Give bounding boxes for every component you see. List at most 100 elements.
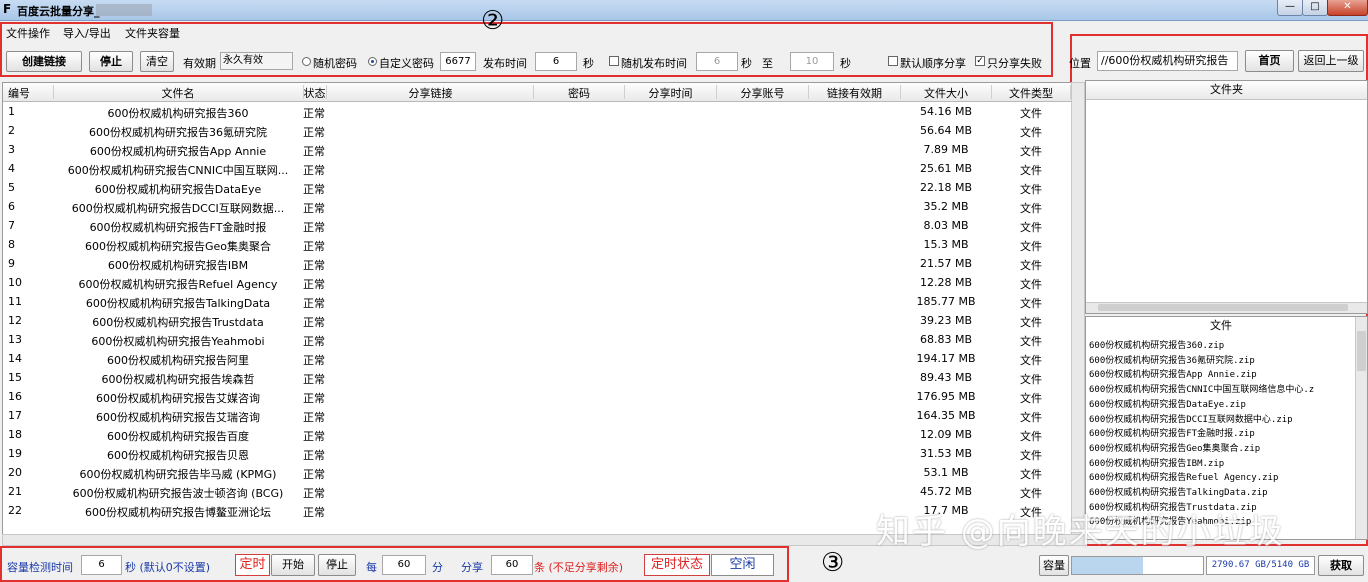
only-failed-label: 只分享失败 [987,57,1042,70]
col-filename[interactable]: 文件名 [53,85,304,100]
folder-list-scrollbar[interactable] [1086,302,1367,313]
table-row[interactable]: 11 600份权威机构研究报告TalkingData 正常 185.77 MB 文件 [3,292,1071,311]
create-link-button[interactable]: 创建链接 [6,51,82,72]
cell-index: 19 [8,447,22,460]
cell-file-type: 文件 [1020,278,1042,291]
blurred-title-suffix [96,4,152,16]
file-list-scrollbar[interactable] [1355,317,1367,539]
table-row[interactable]: 14 600份权威机构研究报告阿里 正常 194.17 MB 文件 [3,349,1071,368]
table-row[interactable]: 20 600份权威机构研究报告毕马威 (KPMG) 正常 53.1 MB 文件 [3,463,1071,482]
cell-filename: 600份权威机构研究报告艾媒咨询 [96,392,260,405]
random-password-radio[interactable] [302,57,311,66]
cell-file-type: 文件 [1020,468,1042,481]
cell-file-size: 31.53 MB [919,447,973,460]
table-row[interactable]: 8 600份权威机构研究报告Geo集奥聚合 正常 15.3 MB 文件 [3,235,1071,254]
file-list-item[interactable]: 600份权威机构研究报告36氪研究院.zip [1089,353,1255,366]
table-row[interactable]: 4 600份权威机构研究报告CNNIC中国互联网... 正常 25.61 MB 文件 [3,159,1071,178]
publish-time-input[interactable]: 6 [535,52,577,71]
cell-file-size: 7.89 MB [923,143,969,156]
cell-filename: 600份权威机构研究报告Trustdata [92,316,264,329]
col-share-link[interactable]: 分享链接 [328,85,534,100]
cell-file-type: 文件 [1020,487,1042,500]
custom-password-radio[interactable] [368,57,377,66]
share-count-input[interactable]: 60 [491,555,533,575]
home-button[interactable]: 首页 [1245,50,1294,72]
cell-status: 正常 [303,107,325,120]
col-file-type[interactable]: 文件类型 [992,85,1071,100]
cell-filename: 600份权威机构研究报告贝恩 [107,449,249,462]
menu-import-export[interactable]: 导入/导出 [63,25,111,41]
col-file-size[interactable]: 文件大小 [901,85,992,100]
stop-button[interactable]: 停止 [89,51,133,72]
go-up-button[interactable]: 返回上一级 [1298,50,1364,72]
col-status[interactable]: 状态 [303,85,327,100]
fetch-button[interactable]: 获取 [1318,555,1364,576]
table-row[interactable]: 9 600份权威机构研究报告IBM 正常 21.57 MB 文件 [3,254,1071,273]
only-failed-checkbox[interactable]: ✓ [975,56,985,66]
random-to-input[interactable]: 10 [790,52,834,71]
validity-select[interactable]: 永久有效 [220,52,293,70]
table-row[interactable]: 12 600份权威机构研究报告Trustdata 正常 39.23 MB 文件 [3,311,1071,330]
file-list-item[interactable]: 600份权威机构研究报告CNNIC中国互联网络信息中心.z [1089,382,1314,395]
file-list-item[interactable]: 600份权威机构研究报告360.zip [1089,338,1224,351]
folder-scroll-thumb[interactable] [1098,304,1348,311]
random-publish-checkbox[interactable] [609,56,619,66]
every-label: 每 [366,561,377,574]
file-scroll-thumb[interactable] [1357,331,1366,371]
file-list-item[interactable]: 600份权威机构研究报告Geo集奥聚合.zip [1089,441,1260,454]
custom-password-input[interactable]: 6677 [440,52,476,71]
title-bar: F 百度云批量分享_ — □ ✕ [0,0,1368,21]
capacity-check-input[interactable]: 6 [81,555,122,575]
table-row[interactable]: 16 600份权威机构研究报告艾媒咨询 正常 176.95 MB 文件 [3,387,1071,406]
timer-button[interactable]: 定时 [235,554,270,576]
file-list-item[interactable]: 600份权威机构研究报告DataEye.zip [1089,397,1246,410]
menu-file-ops[interactable]: 文件操作 [6,25,50,41]
random-from-input[interactable]: 6 [696,52,738,71]
cell-file-type: 文件 [1020,107,1042,120]
table-row[interactable]: 2 600份权威机构研究报告36氪研究院 正常 56.64 MB 文件 [3,121,1071,140]
minimize-button[interactable]: — [1277,0,1303,16]
random-to-sec-label: 秒 [840,57,851,70]
cell-filename: 600份权威机构研究报告艾瑞咨询 [96,411,260,424]
table-row[interactable]: 5 600份权威机构研究报告DataEye 正常 22.18 MB 文件 [3,178,1071,197]
default-order-checkbox[interactable] [888,56,898,66]
table-row[interactable]: 18 600份权威机构研究报告百度 正常 12.09 MB 文件 [3,425,1071,444]
capacity-button[interactable]: 容量 [1039,555,1069,576]
table-row[interactable]: 6 600份权威机构研究报告DCCI互联网数据... 正常 35.2 MB 文件 [3,197,1071,216]
col-share-time[interactable]: 分享时间 [625,85,717,100]
cell-filename: 600份权威机构研究报告FT金融时报 [89,221,267,234]
timer-start-button[interactable]: 开始 [271,554,315,576]
col-link-validity[interactable]: 链接有效期 [809,85,901,100]
table-vertical-scrollbar[interactable] [1071,82,1085,536]
timer-stop-button[interactable]: 停止 [318,554,356,576]
file-list-item[interactable]: 600份权威机构研究报告App Annie.zip [1089,367,1257,380]
window-title: 百度云批量分享_ [17,5,100,18]
file-list-item[interactable]: 600份权威机构研究报告Refuel Agency.zip [1089,470,1278,483]
cell-file-type: 文件 [1020,240,1042,253]
col-password[interactable]: 密码 [534,85,625,100]
table-row[interactable]: 1 600份权威机构研究报告360 正常 54.16 MB 文件 [3,102,1071,121]
clear-button[interactable]: 清空 [140,51,174,72]
every-minutes-input[interactable]: 60 [382,555,426,575]
file-list-item[interactable]: 600份权威机构研究报告FT金融时报.zip [1089,426,1255,439]
cell-file-type: 文件 [1020,316,1042,329]
close-button[interactable]: ✕ [1327,0,1368,16]
table-row[interactable]: 13 600份权威机构研究报告Yeahmobi 正常 68.83 MB 文件 [3,330,1071,349]
menu-folder-capacity[interactable]: 文件夹容量 [125,25,180,41]
location-input[interactable]: //600份权威机构研究报告 [1097,51,1238,71]
table-row[interactable]: 21 600份权威机构研究报告波士顿咨询 (BCG) 正常 45.72 MB 文件 [3,482,1071,501]
file-list-item[interactable]: 600份权威机构研究报告IBM.zip [1089,456,1224,469]
file-list-item[interactable]: 600份权威机构研究报告TalkingData.zip [1089,485,1268,498]
cell-index: 6 [8,200,15,213]
table-row[interactable]: 3 600份权威机构研究报告App Annie 正常 7.89 MB 文件 [3,140,1071,159]
table-row[interactable]: 17 600份权威机构研究报告艾瑞咨询 正常 164.35 MB 文件 [3,406,1071,425]
maximize-button[interactable]: □ [1302,0,1328,16]
file-list-item[interactable]: 600份权威机构研究报告DCCI互联网数据中心.zip [1089,412,1293,425]
col-share-account[interactable]: 分享账号 [717,85,809,100]
table-row[interactable]: 7 600份权威机构研究报告FT金融时报 正常 8.03 MB 文件 [3,216,1071,235]
table-row[interactable]: 19 600份权威机构研究报告贝恩 正常 31.53 MB 文件 [3,444,1071,463]
table-row[interactable]: 10 600份权威机构研究报告Refuel Agency 正常 12.28 MB 文件 [3,273,1071,292]
table-row[interactable]: 15 600份权威机构研究报告埃森哲 正常 89.43 MB 文件 [3,368,1071,387]
app-icon: F [3,2,12,16]
col-index[interactable]: 编号 [3,85,54,100]
